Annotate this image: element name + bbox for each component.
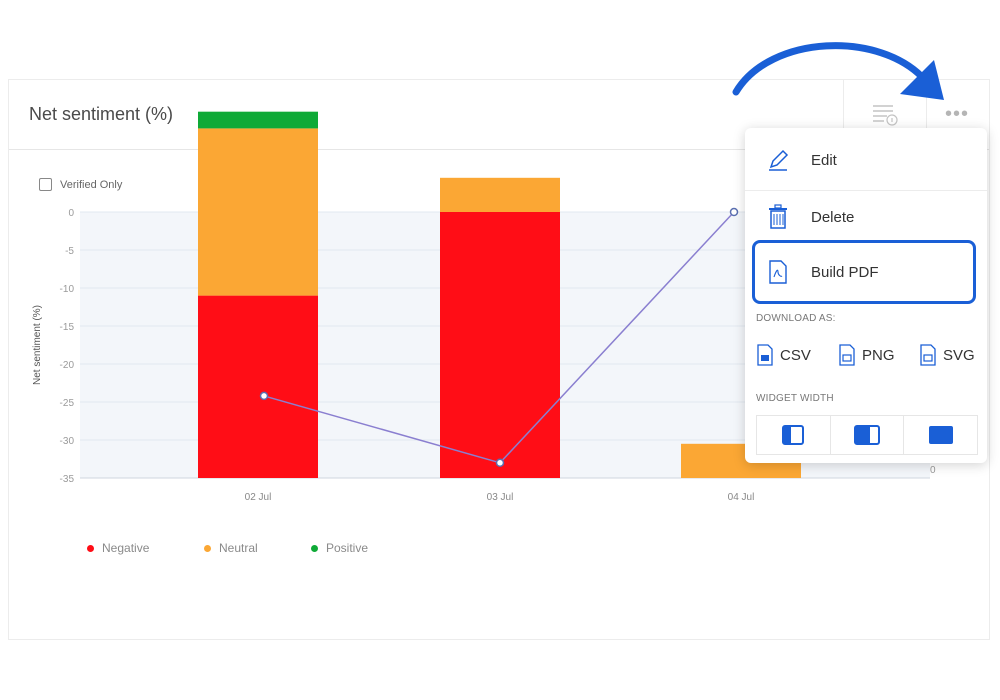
right-axis-tick: 0 bbox=[930, 465, 936, 476]
x-tick-label: 03 Jul bbox=[487, 492, 514, 503]
legend-dot bbox=[311, 544, 318, 552]
download-csv-button[interactable]: CSV bbox=[756, 344, 811, 366]
widget-width-label: WIDGET WIDTH bbox=[756, 393, 834, 404]
width-third-button[interactable] bbox=[757, 416, 831, 454]
width-half-button[interactable] bbox=[831, 416, 905, 454]
y-tick-label: 0 bbox=[68, 208, 74, 219]
y-tick-label: -10 bbox=[60, 284, 75, 295]
edit-menu-item[interactable]: Edit bbox=[745, 133, 987, 187]
svg-file-icon bbox=[920, 344, 936, 366]
neutral-bar bbox=[440, 177, 560, 212]
width-medium-icon bbox=[854, 425, 880, 445]
widget-context-menu: Edit Delete Build PDF DOWNLOAD AS: CSV P… bbox=[745, 128, 987, 463]
y-axis-label: Net sentiment (%) bbox=[32, 305, 43, 385]
legend-label: Negative bbox=[102, 541, 150, 555]
y-tick-label: -25 bbox=[60, 398, 75, 409]
pencil-icon bbox=[769, 149, 789, 171]
download-svg-button[interactable]: SVG bbox=[919, 344, 975, 366]
png-label: PNG bbox=[862, 346, 895, 364]
width-full-icon bbox=[928, 426, 953, 444]
legend-label: Neutral bbox=[219, 541, 258, 555]
png-file-icon bbox=[839, 344, 855, 366]
edit-label: Edit bbox=[811, 151, 837, 169]
positive-bar bbox=[198, 111, 318, 129]
negative-bar bbox=[198, 295, 318, 478]
download-png-button[interactable]: PNG bbox=[838, 344, 895, 366]
legend-item-positive[interactable]: Positive bbox=[311, 541, 368, 555]
width-full-button[interactable] bbox=[904, 416, 977, 454]
x-tick-label: 02 Jul bbox=[245, 492, 272, 503]
svg-label: SVG bbox=[943, 346, 975, 364]
trend-point bbox=[259, 391, 269, 401]
legend-label: Positive bbox=[326, 541, 369, 555]
y-tick-label: -15 bbox=[60, 322, 75, 333]
widget-width-selector bbox=[756, 415, 978, 455]
delete-label: Delete bbox=[811, 208, 855, 226]
trash-icon bbox=[769, 204, 787, 229]
trend-point bbox=[495, 458, 505, 468]
legend-dot bbox=[204, 544, 211, 552]
delete-menu-item[interactable]: Delete bbox=[745, 190, 987, 244]
negative-bar bbox=[440, 212, 560, 478]
legend-item-neutral[interactable]: Neutral bbox=[204, 541, 258, 555]
y-tick-label: -5 bbox=[65, 246, 74, 257]
neutral-bar bbox=[198, 128, 318, 296]
legend-item-negative[interactable]: Negative bbox=[87, 541, 149, 555]
x-tick-label: 04 Jul bbox=[728, 492, 755, 503]
width-small-icon bbox=[782, 425, 805, 445]
csv-file-icon bbox=[757, 344, 773, 366]
y-tick-label: -30 bbox=[60, 436, 75, 447]
trend-point bbox=[729, 207, 739, 217]
y-tick-label: -20 bbox=[60, 360, 75, 371]
y-tick-label: -35 bbox=[60, 474, 75, 485]
build-pdf-highlight bbox=[752, 240, 976, 304]
download-as-label: DOWNLOAD AS: bbox=[756, 313, 836, 324]
csv-label: CSV bbox=[780, 346, 811, 364]
legend-dot bbox=[87, 544, 94, 552]
